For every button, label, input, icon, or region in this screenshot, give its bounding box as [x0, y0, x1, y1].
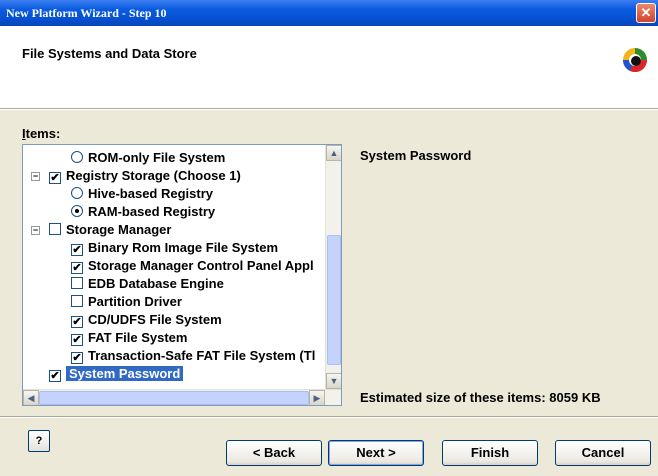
horizontal-scroll-thumb[interactable] [39, 391, 309, 405]
collapse-toggle-icon[interactable]: − [31, 226, 40, 235]
scroll-left-button[interactable]: ◀ [23, 390, 39, 405]
tree-item-label: Storage Manager Control Panel Appl [88, 258, 314, 273]
tree-item[interactable]: EDB Database Engine [71, 275, 224, 293]
radio-unselected[interactable] [71, 151, 83, 163]
radio-selected[interactable] [71, 205, 83, 217]
checkbox-checked[interactable]: ✔ [71, 352, 83, 364]
tree-item[interactable]: ✔ System Password [49, 365, 184, 383]
chevron-right-icon: ▶ [313, 393, 321, 403]
checkbox-checked[interactable]: ✔ [49, 370, 61, 382]
items-label: Items: [22, 126, 60, 141]
tree-item-label: Binary Rom Image File System [88, 240, 279, 255]
chevron-up-icon: ▲ [329, 148, 339, 158]
chevron-left-icon: ◀ [27, 393, 35, 403]
component-tree[interactable]: ROM-only File System − ✔ Registry Storage (… [22, 144, 342, 406]
tree-item-label: Partition Driver [88, 294, 182, 309]
checkbox-unchecked[interactable] [49, 223, 61, 235]
tree-item[interactable]: ✔ FAT File System [71, 329, 187, 347]
tree-item[interactable]: ✔ CD/UDFS File System [71, 311, 222, 329]
next-button[interactable]: Next > [328, 440, 424, 466]
tree-item[interactable]: − ✔ Registry Storage (Choose 1) [31, 167, 241, 185]
description-title: System Password [360, 148, 472, 163]
tree-item-label: CD/UDFS File System [88, 312, 222, 327]
tree-item[interactable]: ✔ Transaction-Safe FAT File System (Tl [71, 347, 315, 365]
back-button[interactable]: < Back [226, 440, 322, 466]
tree-item[interactable]: ROM-only File System [71, 149, 225, 167]
finish-button[interactable]: Finish [442, 440, 538, 466]
checkbox-checked[interactable]: ✔ [49, 172, 61, 184]
footer-divider-highlight [0, 417, 658, 418]
tree-item[interactable]: RAM-based Registry [71, 203, 215, 221]
help-button[interactable]: ? [28, 430, 50, 452]
help-icon: ? [35, 435, 43, 447]
checkbox-checked[interactable]: ✔ [71, 316, 83, 328]
tree-item-label: ROM-only File System [88, 150, 226, 165]
checkbox-checked[interactable]: ✔ [71, 262, 83, 274]
header-divider-highlight [0, 109, 658, 110]
vertical-scroll-thumb[interactable] [327, 235, 341, 365]
estimated-size: Estimated size of these items: 8059 KB [360, 390, 601, 405]
radio-unselected[interactable] [71, 187, 83, 199]
wizard-header [0, 26, 658, 108]
horizontal-scrollbar[interactable]: ◀ ▶ [23, 389, 341, 405]
tree-item-label: Transaction-Safe FAT File System (Tl [88, 348, 316, 363]
tree-item-label: Storage Manager [66, 222, 172, 237]
checkbox-unchecked[interactable] [71, 295, 83, 307]
wizard-logo-icon [622, 48, 648, 73]
cancel-button[interactable]: Cancel [555, 440, 651, 466]
tree-item[interactable]: − Storage Manager [31, 221, 172, 239]
tree-item[interactable]: Partition Driver [71, 293, 182, 311]
scroll-right-button[interactable]: ▶ [309, 390, 325, 405]
page-title: File Systems and Data Store [22, 46, 197, 61]
window-title: New Platform Wizard - Step 10 [6, 6, 167, 20]
checkbox-checked[interactable]: ✔ [71, 244, 83, 256]
close-button[interactable]: ✕ [636, 3, 656, 23]
title-bar: New Platform Wizard - Step 10 ✕ [0, 0, 658, 26]
close-icon: ✕ [640, 5, 652, 20]
scroll-up-button[interactable]: ▲ [326, 145, 341, 161]
chevron-down-icon: ▼ [329, 376, 339, 386]
tree-item[interactable]: Hive-based Registry [71, 185, 213, 203]
checkbox-checked[interactable]: ✔ [71, 334, 83, 346]
vertical-scrollbar[interactable]: ▲ ▼ [325, 145, 341, 389]
scroll-down-button[interactable]: ▼ [326, 373, 341, 389]
collapse-toggle-icon[interactable]: − [31, 172, 40, 181]
tree-item-label: Hive-based Registry [88, 186, 213, 201]
tree-item[interactable]: ✔ Storage Manager Control Panel Appl [71, 257, 314, 275]
checkbox-unchecked[interactable] [71, 277, 83, 289]
tree-item-label: EDB Database Engine [88, 276, 224, 291]
tree-item-label: FAT File System [88, 330, 188, 345]
tree-item-label: System Password [66, 366, 184, 381]
items-label-text: tems: [25, 126, 61, 141]
tree-item-label: RAM-based Registry [88, 204, 216, 219]
tree-item[interactable]: ✔ Binary Rom Image File System [71, 239, 278, 257]
tree-item-label: Registry Storage (Choose 1) [66, 168, 241, 183]
